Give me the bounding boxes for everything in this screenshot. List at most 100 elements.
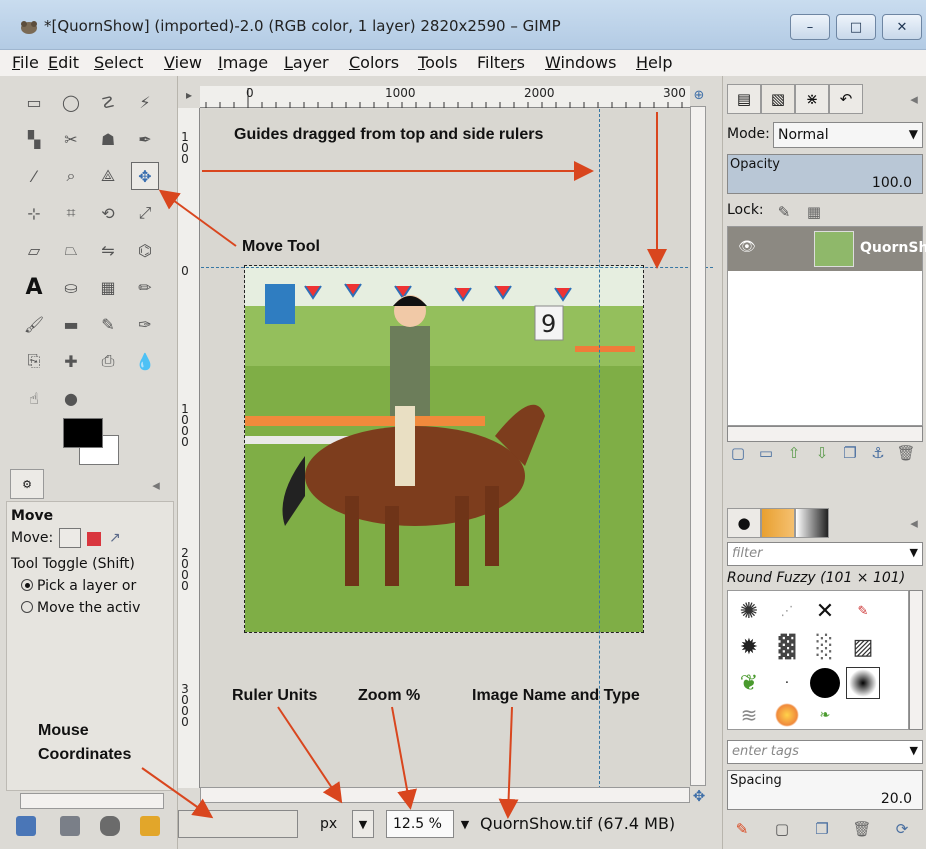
vertical-scrollbar[interactable]: [690, 106, 706, 786]
restore-options-icon[interactable]: [60, 816, 80, 836]
brush-round-hard[interactable]: [808, 667, 842, 699]
tab-menu-icon[interactable]: ◂: [147, 476, 165, 494]
tool-scissors-icon[interactable]: ✂: [57, 125, 85, 153]
brush-hatch[interactable]: ▨: [846, 631, 880, 663]
tool-airbrush-icon[interactable]: ✎: [94, 310, 122, 338]
move-layer-toggle[interactable]: [59, 528, 81, 548]
image-horse-rider[interactable]: 9: [244, 265, 644, 633]
tab-undo-icon[interactable]: ↶: [829, 84, 863, 114]
tab-gradients-icon[interactable]: [795, 508, 829, 538]
new-layer-group-icon[interactable]: ▭: [757, 444, 775, 462]
tool-bucket-fill-icon[interactable]: ⛀: [57, 273, 85, 301]
brush-scatter[interactable]: ⋰: [770, 595, 804, 627]
delete-options-icon[interactable]: [100, 816, 120, 836]
brush-vscrollbar[interactable]: [909, 590, 923, 730]
close-button[interactable]: ✕: [882, 14, 922, 40]
tool-paths-icon[interactable]: ✒: [131, 125, 159, 153]
tool-smudge-icon[interactable]: ☝: [20, 384, 48, 412]
menu-view[interactable]: View: [164, 53, 202, 72]
menu-layer[interactable]: Layer: [284, 53, 329, 72]
opacity-slider[interactable]: Opacity 100.0: [727, 154, 923, 194]
edit-brush-icon[interactable]: ✎: [733, 820, 751, 838]
tool-text-icon[interactable]: A: [20, 273, 48, 301]
toolbox-scrollbar[interactable]: [20, 793, 164, 809]
tool-select-by-color-icon[interactable]: ▚: [20, 125, 48, 153]
tool-zoom-icon[interactable]: ⌕: [57, 162, 85, 190]
brush-grain[interactable]: ░: [808, 631, 842, 663]
layers-hscrollbar[interactable]: [727, 426, 923, 442]
menu-windows[interactable]: Windows: [545, 53, 616, 72]
move-selection-toggle[interactable]: [87, 532, 101, 546]
tool-ellipse-select-icon[interactable]: ◯: [57, 88, 85, 116]
tool-crop-icon[interactable]: ⌗: [57, 199, 85, 227]
tool-move-icon[interactable]: ✥: [131, 162, 159, 190]
brush-cross[interactable]: ✕: [808, 595, 842, 627]
tab-brushes-icon[interactable]: ●: [727, 508, 761, 538]
tool-measure-icon[interactable]: ⟁: [94, 162, 122, 190]
tool-rect-select-icon[interactable]: ▭: [20, 88, 48, 116]
save-options-icon[interactable]: [16, 816, 36, 836]
new-brush-icon[interactable]: ▢: [773, 820, 791, 838]
tool-fuzzy-select-icon[interactable]: ⚡: [131, 88, 159, 116]
tool-flip-icon[interactable]: ⇋: [94, 236, 122, 264]
tool-perspective-icon[interactable]: ⏢: [57, 236, 85, 264]
menu-file[interactable]: File: [12, 53, 39, 72]
zoom-fit-icon[interactable]: ⊕: [690, 86, 708, 104]
tool-blur-icon[interactable]: 💧: [131, 347, 159, 375]
tool-paintbrush-icon[interactable]: 🖌: [20, 310, 48, 338]
brush-texture[interactable]: ▓: [770, 631, 804, 663]
tool-free-select-icon[interactable]: ☡: [94, 88, 122, 116]
brush-tags-input[interactable]: enter tags ▼: [727, 740, 923, 764]
brush-sparks[interactable]: [770, 699, 804, 731]
delete-brush-icon[interactable]: 🗑: [852, 820, 871, 838]
vertical-ruler[interactable]: 0 1000 2000 3000 1 0 0: [178, 108, 200, 788]
tool-ink-icon[interactable]: ✑: [131, 310, 159, 338]
refresh-brushes-icon[interactable]: ⟳: [893, 820, 911, 838]
delete-layer-icon[interactable]: 🗑: [896, 444, 915, 462]
tool-eraser-icon[interactable]: ▬: [57, 310, 85, 338]
layer-row[interactable]: 👁 QuornSh: [728, 227, 926, 271]
tool-pencil-icon[interactable]: ✏: [131, 273, 159, 301]
maximize-button[interactable]: □: [836, 14, 876, 40]
tool-perspective-clone-icon[interactable]: ⎙: [94, 347, 122, 375]
tool-clone-icon[interactable]: ⎘: [20, 347, 48, 375]
dock-menu-icon[interactable]: ◂: [905, 90, 923, 108]
brush-pepper[interactable]: ❦: [732, 667, 766, 699]
brush-grid[interactable]: ✺ ⋰ ✕ ✎ ✹ ▓ ░ ▨ ❦ · ≋ ❧: [727, 590, 909, 730]
pick-layer-radio[interactable]: Pick a layer or: [21, 578, 136, 594]
horizontal-scrollbar[interactable]: [200, 787, 690, 803]
tool-scale-icon[interactable]: ⤢: [131, 199, 159, 227]
tab-channels-icon[interactable]: ▤: [727, 84, 761, 114]
tool-dodge-burn-icon[interactable]: ●: [57, 384, 85, 412]
brush-filter-input[interactable]: filter ▼: [727, 542, 923, 566]
move-path-toggle[interactable]: ↗: [109, 530, 121, 546]
tool-color-picker-icon[interactable]: ⁄: [20, 162, 48, 190]
lower-layer-icon[interactable]: ⇩: [813, 444, 831, 462]
unit-dropdown[interactable]: ▼: [352, 810, 374, 838]
duplicate-brush-icon[interactable]: ❐: [813, 820, 831, 838]
brush-dot[interactable]: ·: [770, 667, 804, 699]
tool-options-tab[interactable]: ⚙: [10, 469, 44, 499]
brush-round-fuzzy[interactable]: [846, 667, 880, 699]
reset-options-icon[interactable]: [140, 816, 160, 836]
tab-paths-icon[interactable]: ⋇: [795, 84, 829, 114]
tab-layers-icon[interactable]: ▧: [761, 84, 795, 114]
menu-help[interactable]: Help: [636, 53, 672, 72]
quick-mask-menu-icon[interactable]: ▸: [180, 86, 198, 104]
raise-layer-icon[interactable]: ⇧: [785, 444, 803, 462]
lock-alpha-icon[interactable]: ▦: [805, 203, 823, 221]
horizontal-ruler[interactable]: 0 1000 2000 300: [200, 86, 690, 108]
menu-colors[interactable]: Colors: [349, 53, 399, 72]
mode-select[interactable]: Normal ▼: [773, 122, 923, 148]
layers-list[interactable]: 👁 QuornSh: [727, 226, 926, 426]
tool-foreground-select-icon[interactable]: ☗: [94, 125, 122, 153]
menu-select[interactable]: Select: [94, 53, 143, 72]
tool-shear-icon[interactable]: ▱: [20, 236, 48, 264]
menu-tools[interactable]: Tools: [418, 53, 457, 72]
tool-blend-icon[interactable]: ▦: [94, 273, 122, 301]
brush-vine[interactable]: ❧: [808, 699, 842, 731]
menu-image[interactable]: Image: [218, 53, 268, 72]
tool-align-icon[interactable]: ⊹: [20, 199, 48, 227]
new-layer-icon[interactable]: ▢: [729, 444, 747, 462]
anchor-layer-icon[interactable]: ⚓: [869, 444, 887, 462]
